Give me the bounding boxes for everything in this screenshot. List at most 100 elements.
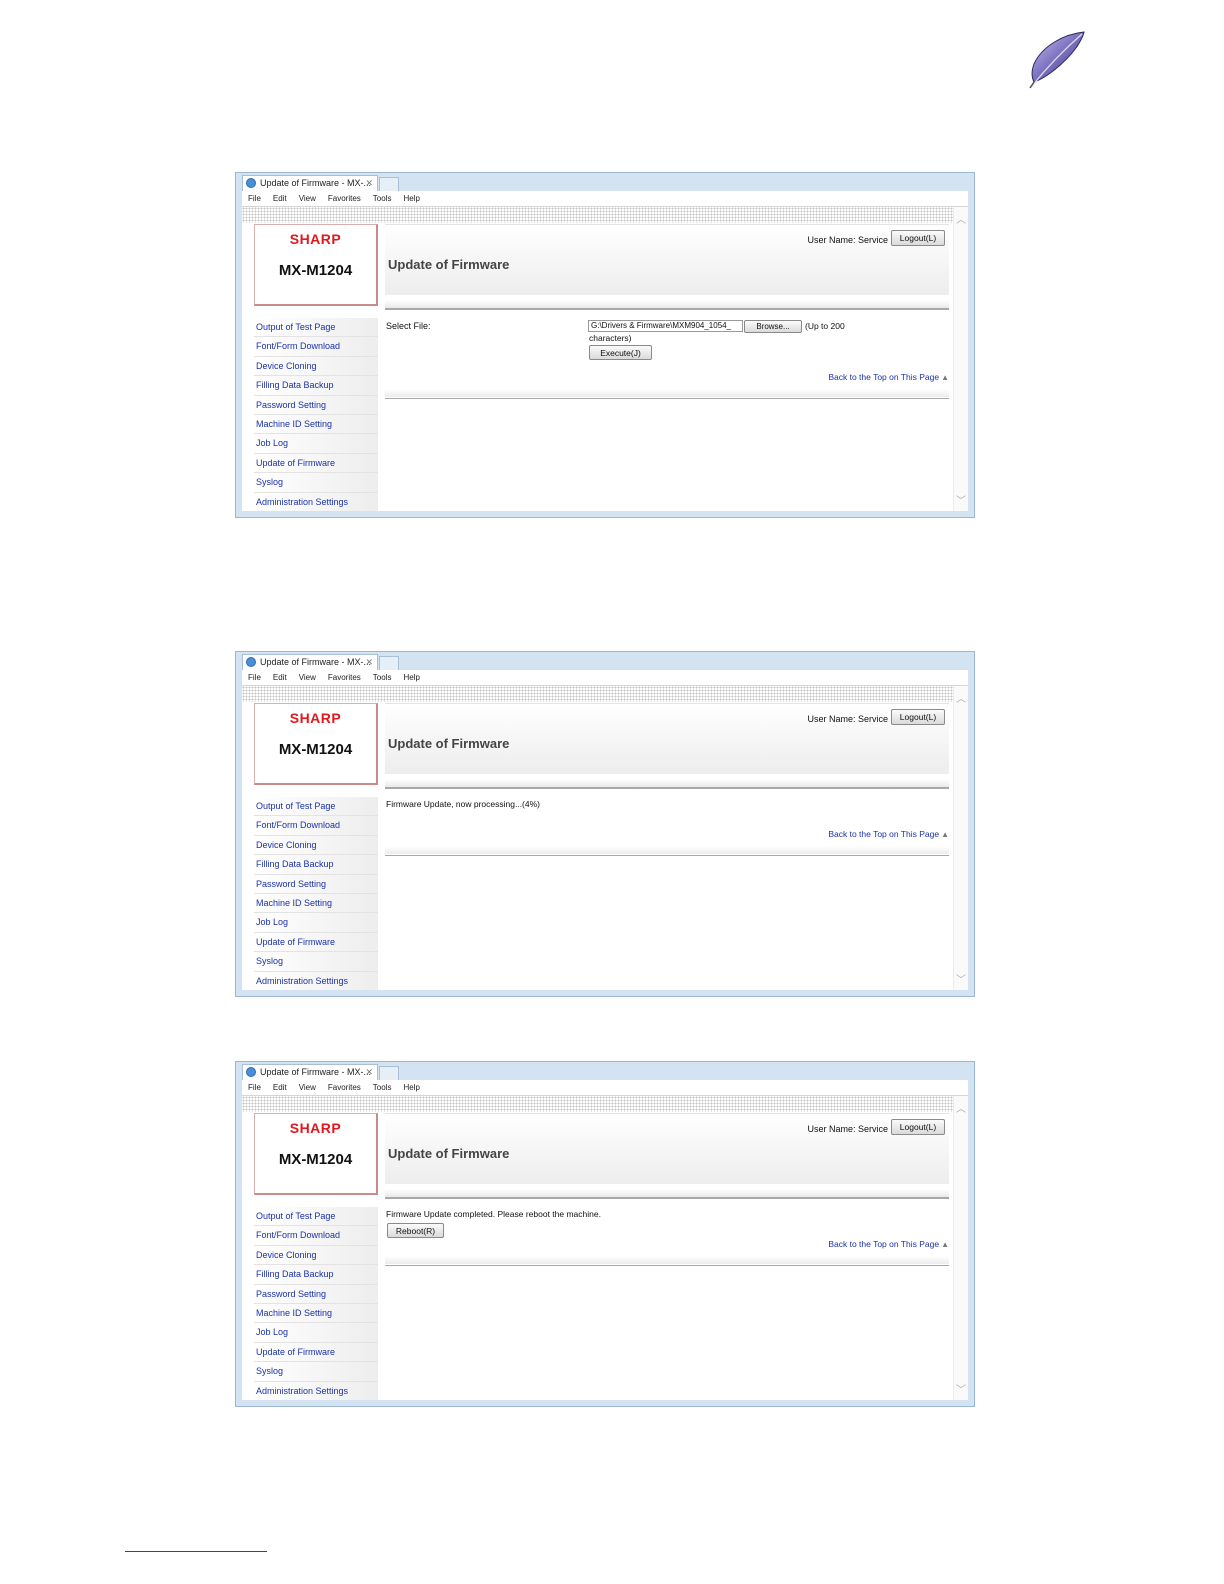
browser-window-completed: Update of Firmware - MX-... ✕ File Edit Vi…	[235, 1061, 975, 1407]
side-navigation: Output of Test Page Font/Form Download D…	[254, 797, 378, 990]
nav-syslog[interactable]: Syslog	[254, 952, 378, 972]
nav-job-log[interactable]: Job Log	[254, 913, 378, 933]
nav-filling-data-backup[interactable]: Filling Data Backup	[254, 855, 378, 875]
back-to-top-link[interactable]: Back to the Top on This Page ▲	[828, 1239, 949, 1249]
file-path-input[interactable]: G:\Drivers & Firmware\MXM904_1054_	[588, 320, 743, 332]
nav-update-of-firmware[interactable]: Update of Firmware	[254, 453, 378, 474]
page-title: Update of Firmware	[388, 257, 510, 272]
logout-button[interactable]: Logout(L)	[891, 1119, 945, 1135]
nav-machine-id-setting[interactable]: Machine ID Setting	[254, 414, 378, 435]
scroll-up-icon[interactable]: ︿	[954, 1100, 968, 1115]
nav-password-setting[interactable]: Password Setting	[254, 1284, 378, 1304]
back-to-top-label[interactable]: Back to the Top on This Page	[828, 1239, 939, 1249]
scroll-up-icon[interactable]: ︿	[954, 690, 968, 705]
product-logo-box: SHARP MX-M1204	[254, 1113, 378, 1195]
close-icon[interactable]: ✕	[365, 1065, 373, 1080]
menu-edit[interactable]: Edit	[273, 670, 287, 685]
scrollbar[interactable]: ︿ ﹀	[953, 1096, 968, 1400]
nav-device-cloning[interactable]: Device Cloning	[254, 1245, 378, 1266]
back-to-top-label[interactable]: Back to the Top on This Page	[828, 829, 939, 839]
browser-tab[interactable]: Update of Firmware - MX-... ✕	[242, 1064, 378, 1080]
menu-view[interactable]: View	[299, 191, 316, 206]
menu-favorites[interactable]: Favorites	[328, 1080, 361, 1095]
menu-file[interactable]: File	[248, 670, 261, 685]
header-panel: User Name: Service Logout(L) Update of F…	[385, 224, 949, 295]
scroll-down-icon[interactable]: ﹀	[954, 1381, 968, 1396]
nav-font-form-download[interactable]: Font/Form Download	[254, 816, 378, 836]
menu-help[interactable]: Help	[403, 670, 419, 685]
nav-filling-data-backup[interactable]: Filling Data Backup	[254, 376, 378, 396]
back-to-top-link[interactable]: Back to the Top on This Page ▲	[828, 829, 949, 839]
nav-administration-settings[interactable]: Administration Settings	[254, 971, 378, 990]
menu-bar: File Edit View Favorites Tools Help	[242, 670, 968, 686]
nav-job-log[interactable]: Job Log	[254, 434, 378, 454]
nav-password-setting[interactable]: Password Setting	[254, 395, 378, 415]
page-title: Update of Firmware	[388, 736, 510, 751]
nav-output-of-test-page[interactable]: Output of Test Page	[254, 797, 378, 817]
model-name: MX-M1204	[278, 741, 353, 758]
nav-font-form-download[interactable]: Font/Form Download	[254, 1226, 378, 1246]
nav-password-setting[interactable]: Password Setting	[254, 874, 378, 894]
scroll-down-icon[interactable]: ﹀	[954, 971, 968, 986]
feather-icon	[1029, 31, 1085, 89]
menu-edit[interactable]: Edit	[273, 1080, 287, 1095]
tab-bar: Update of Firmware - MX-... ✕	[242, 654, 642, 670]
nav-job-log[interactable]: Job Log	[254, 1323, 378, 1343]
logout-button[interactable]: Logout(L)	[891, 230, 945, 246]
model-name: MX-M1204	[278, 1151, 353, 1168]
menu-favorites[interactable]: Favorites	[328, 191, 361, 206]
nav-machine-id-setting[interactable]: Machine ID Setting	[254, 1303, 378, 1324]
nav-font-form-download[interactable]: Font/Form Download	[254, 337, 378, 357]
nav-update-of-firmware[interactable]: Update of Firmware	[254, 1342, 378, 1363]
browser-tab[interactable]: Update of Firmware - MX-... ✕	[242, 654, 378, 670]
browse-button[interactable]: Browse...	[744, 320, 802, 333]
menu-view[interactable]: View	[299, 1080, 316, 1095]
back-to-top-label[interactable]: Back to the Top on This Page	[828, 372, 939, 382]
nav-device-cloning[interactable]: Device Cloning	[254, 835, 378, 856]
menu-file[interactable]: File	[248, 191, 261, 206]
menu-help[interactable]: Help	[403, 191, 419, 206]
browser-tab[interactable]: Update of Firmware - MX-... ✕	[242, 175, 378, 191]
back-to-top-link[interactable]: Back to the Top on This Page ▲	[828, 372, 949, 382]
scrollbar[interactable]: ︿ ﹀	[953, 207, 968, 511]
logout-button[interactable]: Logout(L)	[891, 709, 945, 725]
nav-update-of-firmware[interactable]: Update of Firmware	[254, 932, 378, 953]
sharp-logo: SHARP	[289, 231, 342, 247]
new-tab-button[interactable]	[379, 177, 399, 191]
menu-view[interactable]: View	[299, 670, 316, 685]
scroll-up-icon[interactable]: ︿	[954, 211, 968, 226]
reboot-button[interactable]: Reboot(R)	[387, 1223, 444, 1238]
execute-button[interactable]: Execute(J)	[589, 345, 652, 360]
menu-tools[interactable]: Tools	[373, 670, 392, 685]
footnote-link-rule	[125, 1551, 267, 1552]
menu-bar: File Edit View Favorites Tools Help	[242, 191, 968, 207]
ie-icon	[246, 657, 256, 667]
scrollbar[interactable]: ︿ ﹀	[953, 686, 968, 990]
tab-bar: Update of Firmware - MX-... ✕	[242, 1064, 642, 1080]
nav-machine-id-setting[interactable]: Machine ID Setting	[254, 893, 378, 914]
menu-bar: File Edit View Favorites Tools Help	[242, 1080, 968, 1096]
nav-device-cloning[interactable]: Device Cloning	[254, 356, 378, 377]
menu-favorites[interactable]: Favorites	[328, 670, 361, 685]
new-tab-button[interactable]	[379, 656, 399, 670]
close-icon[interactable]: ✕	[365, 655, 373, 670]
nav-administration-settings[interactable]: Administration Settings	[254, 1381, 378, 1400]
close-icon[interactable]: ✕	[365, 176, 373, 191]
menu-edit[interactable]: Edit	[273, 191, 287, 206]
nav-output-of-test-page[interactable]: Output of Test Page	[254, 318, 378, 338]
menu-help[interactable]: Help	[403, 1080, 419, 1095]
nav-filling-data-backup[interactable]: Filling Data Backup	[254, 1265, 378, 1285]
bottom-separator	[385, 1265, 949, 1266]
char-limit-note: (Up to 200	[805, 321, 845, 331]
menu-tools[interactable]: Tools	[373, 1080, 392, 1095]
title-separator	[385, 308, 949, 310]
nav-administration-settings[interactable]: Administration Settings	[254, 492, 378, 511]
user-name-label: User Name: Service	[807, 235, 888, 245]
nav-syslog[interactable]: Syslog	[254, 1362, 378, 1382]
menu-tools[interactable]: Tools	[373, 191, 392, 206]
nav-output-of-test-page[interactable]: Output of Test Page	[254, 1207, 378, 1227]
nav-syslog[interactable]: Syslog	[254, 473, 378, 493]
scroll-down-icon[interactable]: ﹀	[954, 492, 968, 507]
menu-file[interactable]: File	[248, 1080, 261, 1095]
new-tab-button[interactable]	[379, 1066, 399, 1080]
